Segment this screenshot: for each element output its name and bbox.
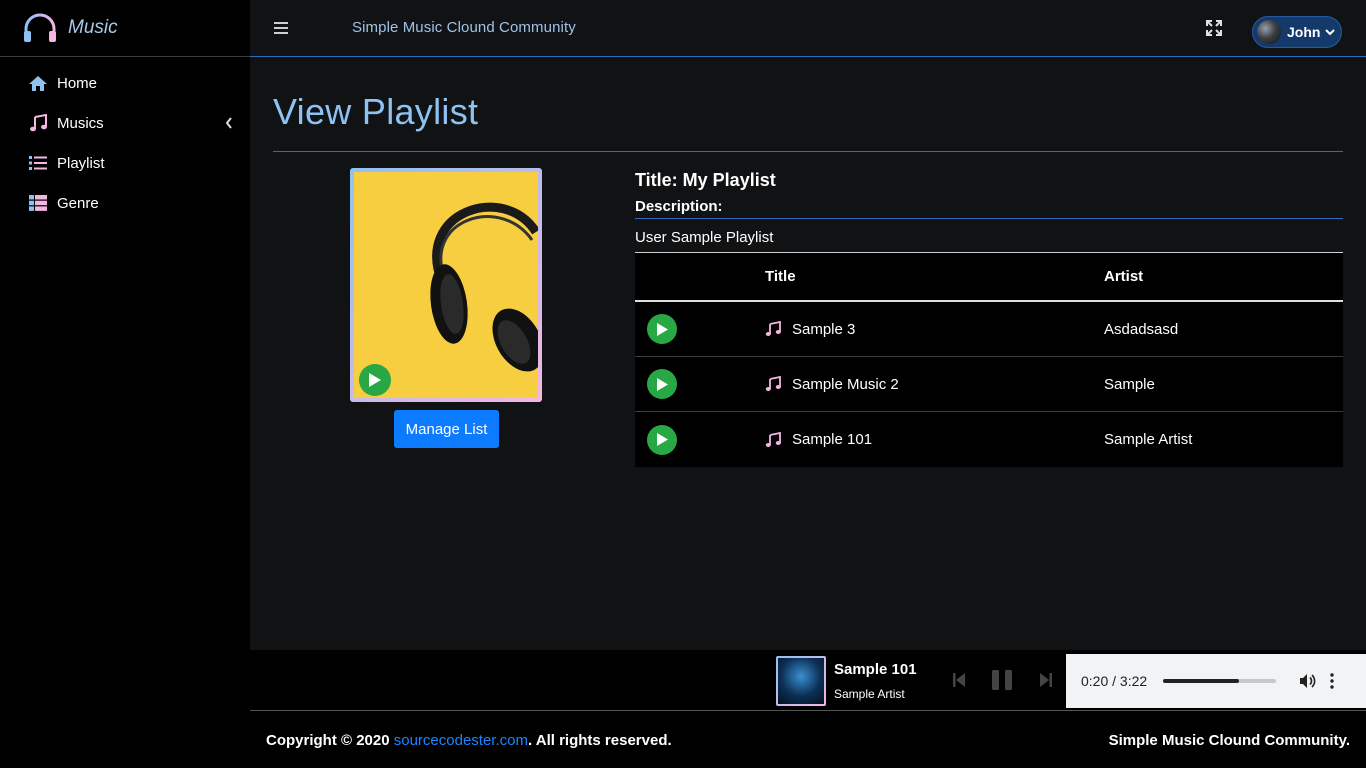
site-title[interactable]: Simple Music Clound Community <box>352 19 576 36</box>
song-artist: Asdadsasd <box>1104 320 1179 338</box>
fullscreen-icon[interactable] <box>1206 20 1222 36</box>
song-title: Sample 101 <box>792 431 873 448</box>
row-action-cell <box>635 369 765 399</box>
volume-icon[interactable] <box>1298 672 1316 690</box>
app-root: Music Home Musics Playlist Genre Simple … <box>0 0 1366 768</box>
description-text: User Sample Playlist <box>635 229 774 246</box>
row-play-button[interactable] <box>647 314 677 344</box>
page-title: View Playlist <box>273 91 479 132</box>
row-title-cell: Sample Music 2 <box>765 376 1104 393</box>
column-header-title: Title <box>765 268 796 285</box>
footer: Copyright © 2020 sourcecodester.com. All… <box>250 711 1366 768</box>
copyright-suffix: . All rights reserved. <box>527 732 672 749</box>
table-header: Title Artist <box>635 253 1343 302</box>
song-artist: Sample <box>1104 375 1155 393</box>
footer-site-name: Simple Music Clound Community. <box>1108 732 1350 749</box>
audio-progress-fill <box>1163 679 1239 683</box>
cover-play-button[interactable] <box>359 364 391 396</box>
main-content: View Playlist Manage List Title: My Play… <box>250 57 1366 650</box>
row-play-button[interactable] <box>647 369 677 399</box>
now-playing-artist: Sample Artist <box>834 687 905 701</box>
user-name: John <box>1287 24 1321 40</box>
sidebar-item-label: Musics <box>57 114 104 132</box>
avatar <box>1257 20 1281 44</box>
table-row: Sample 3 Asdadsasd <box>635 302 1343 357</box>
chevron-down-icon <box>1325 29 1336 36</box>
song-title: Sample 3 <box>792 320 856 338</box>
playlist-cover <box>350 168 542 402</box>
pause-icon[interactable] <box>990 669 1014 691</box>
row-title-cell: Sample 3 <box>765 321 1104 338</box>
more-options-icon[interactable] <box>1330 673 1334 689</box>
play-icon <box>656 377 668 391</box>
copyright-prefix: Copyright © 2020 <box>266 732 394 749</box>
sidebar-item-playlist[interactable]: Playlist <box>0 143 250 183</box>
sidebar-item-genre[interactable]: Genre <box>0 183 250 223</box>
column-header-artist: Artist <box>1104 268 1144 285</box>
user-menu-button[interactable]: John <box>1252 16 1342 48</box>
hamburger-menu-icon[interactable] <box>274 20 288 36</box>
playlist-title: Title: My Playlist <box>635 170 776 190</box>
sidebar-item-musics[interactable]: Musics <box>0 103 250 143</box>
audio-progress-slider[interactable] <box>1163 679 1276 683</box>
brand-name: Music <box>68 17 118 38</box>
play-icon <box>369 373 381 387</box>
title-divider <box>273 151 1343 152</box>
brand[interactable]: Music <box>0 0 250 57</box>
previous-track-icon[interactable] <box>952 671 966 689</box>
now-playing-thumbnail <box>776 656 826 706</box>
copyright: Copyright © 2020 sourcecodester.com. All… <box>266 732 672 749</box>
music-note-icon <box>765 431 781 447</box>
audio-time: 0:20 / 3:22 <box>1081 673 1148 689</box>
manage-list-button[interactable]: Manage List <box>394 410 499 448</box>
now-playing-title: Sample 101 <box>834 661 917 678</box>
sourcecodester-link[interactable]: sourcecodester.com <box>394 732 528 749</box>
music-note-icon <box>28 114 48 132</box>
row-play-button[interactable] <box>647 424 677 455</box>
song-title: Sample Music 2 <box>792 375 899 393</box>
home-icon <box>28 74 48 92</box>
row-action-cell <box>635 314 765 344</box>
music-note-icon <box>765 376 781 391</box>
sidebar-nav: Home Musics Playlist Genre <box>0 57 250 223</box>
song-artist: Sample Artist <box>1104 431 1193 448</box>
music-note-icon <box>765 321 781 336</box>
next-track-icon[interactable] <box>1039 671 1053 689</box>
play-icon <box>656 433 668 446</box>
sidebar: Music Home Musics Playlist Genre <box>0 0 250 768</box>
top-navbar: Simple Music Clound Community John <box>250 0 1366 57</box>
row-action-cell <box>635 424 765 455</box>
table-list-icon <box>28 194 48 212</box>
headphones-logo-icon <box>24 13 56 42</box>
music-player-bar: Sample 101 Sample Artist 0:20 / 3:22 <box>250 650 1366 711</box>
play-icon <box>656 322 668 336</box>
playlist-details: Title: My Playlist Description: User Sam… <box>635 168 1343 247</box>
table-row: Sample 101 Sample Artist <box>635 412 1343 467</box>
row-title-cell: Sample 101 <box>765 431 1104 448</box>
playlist-table: Title Artist Sample 3 Asdadsasd Sample M… <box>635 252 1343 467</box>
list-icon <box>28 154 48 172</box>
sidebar-item-home[interactable]: Home <box>0 63 250 103</box>
headphones-image-icon <box>354 172 538 398</box>
sidebar-item-label: Playlist <box>57 154 105 172</box>
audio-controls[interactable]: 0:20 / 3:22 <box>1066 654 1366 708</box>
sidebar-item-label: Home <box>57 74 98 92</box>
chevron-left-icon[interactable] <box>224 116 234 130</box>
sidebar-item-label: Genre <box>57 194 99 212</box>
cover-image <box>354 172 538 398</box>
description-label: Description: <box>635 198 1343 219</box>
table-row: Sample Music 2 Sample <box>635 357 1343 412</box>
